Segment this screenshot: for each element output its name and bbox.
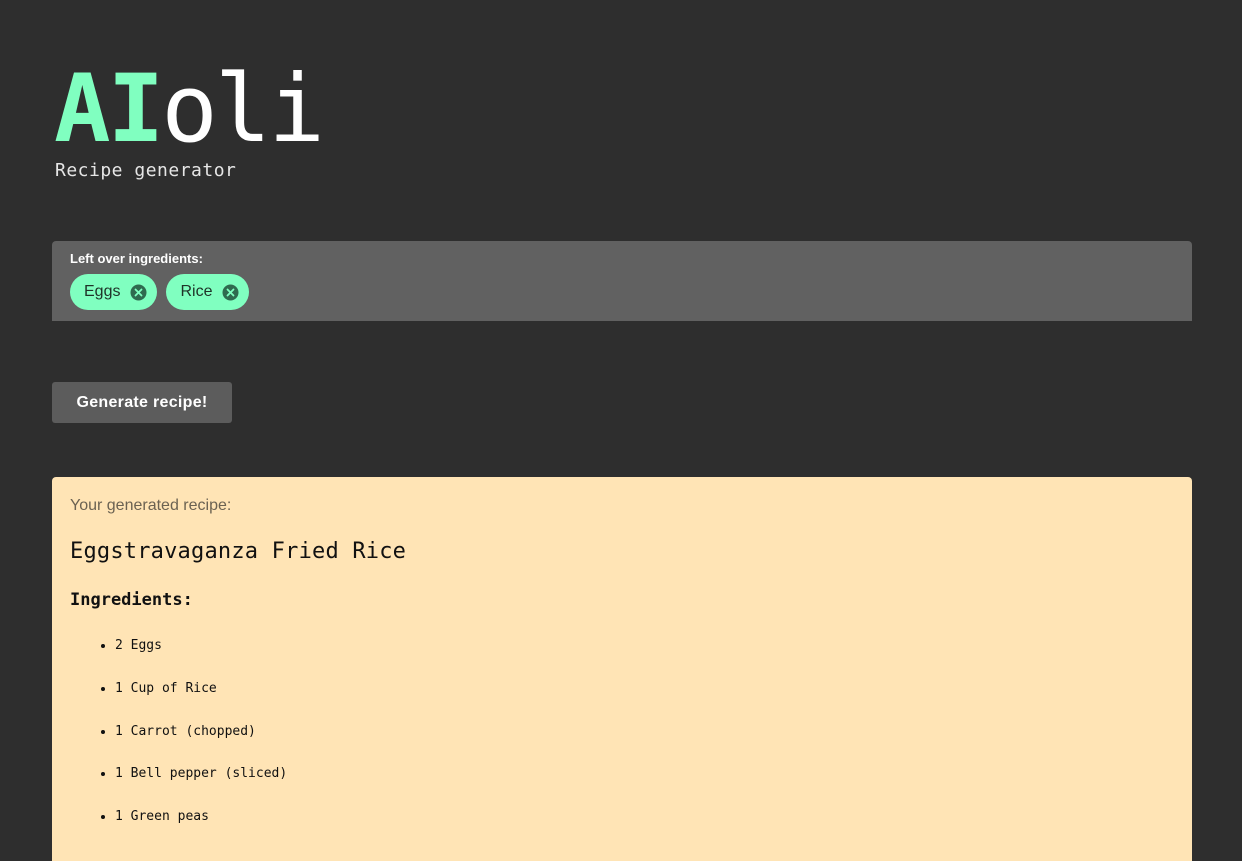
recipe-card: Your generated recipe: Eggstravaganza Fr… <box>52 477 1192 861</box>
ingredients-label: Left over ingredients: <box>70 251 203 266</box>
list-item: 1 Cup of Rice <box>115 681 1174 724</box>
chip-label: Rice <box>180 283 213 300</box>
logo-oli: oli <box>161 55 325 164</box>
app-subtitle: Recipe generator <box>55 160 237 181</box>
recipe-ingredients-list: 2 Eggs 1 Cup of Rice 1 Carrot (chopped) … <box>70 638 1174 852</box>
chip-label: Eggs <box>84 283 121 300</box>
ingredients-heading: Ingredients: <box>70 590 193 610</box>
list-item: 1 Green peas <box>115 809 1174 852</box>
generate-recipe-button[interactable]: Generate recipe! <box>52 382 232 423</box>
app-logo: AIoli <box>54 60 325 160</box>
close-circle-icon[interactable] <box>222 284 239 301</box>
list-item: 2 Eggs <box>115 638 1174 681</box>
recipe-title: Eggstravaganza Fried Rice <box>70 539 407 564</box>
list-item: 1 Bell pepper (sliced) <box>115 766 1174 809</box>
list-item: 1 Carrot (chopped) <box>115 724 1174 767</box>
ingredient-chip-rice: Rice <box>166 274 250 310</box>
ingredients-input[interactable]: Left over ingredients: Eggs Rice <box>52 241 1192 321</box>
ingredient-chip-eggs: Eggs <box>70 274 158 310</box>
close-circle-icon[interactable] <box>130 284 147 301</box>
recipe-caption: Your generated recipe: <box>70 497 232 514</box>
ingredient-chips: Eggs Rice <box>70 274 1174 310</box>
logo-ai: AI <box>54 55 164 164</box>
